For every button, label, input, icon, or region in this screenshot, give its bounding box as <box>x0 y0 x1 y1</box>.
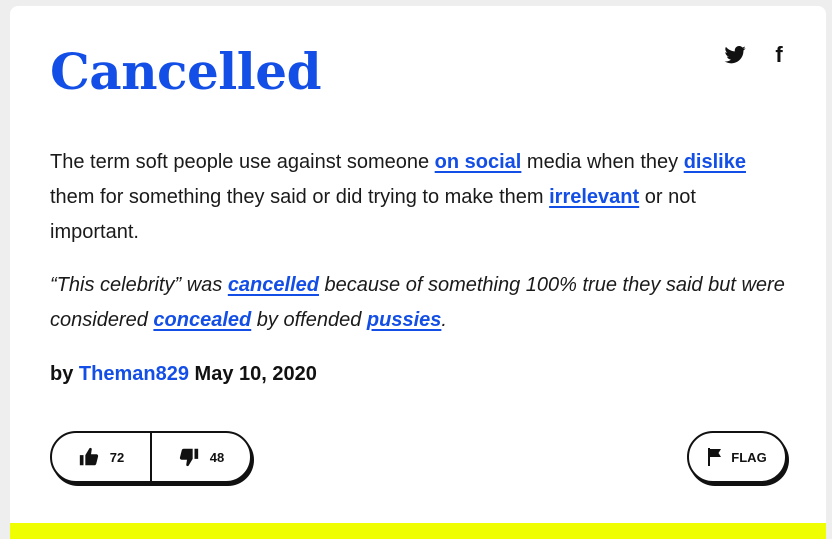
definition-link[interactable]: irrelevant <box>549 186 639 208</box>
definition-link[interactable]: dislike <box>684 151 746 173</box>
downvote-count: 48 <box>209 449 225 465</box>
post-date: May 10, 2020 <box>194 363 317 385</box>
flag-icon <box>708 448 722 466</box>
flag-label: FLAG <box>731 449 767 465</box>
thumbs-up-button[interactable]: 72 <box>52 433 152 481</box>
definition-meaning: The term soft people use against someone… <box>50 145 790 250</box>
text-segment: “This celebrity” was <box>50 274 228 296</box>
flag-button[interactable]: FLAG <box>687 431 787 483</box>
contributor-line: by Theman829 May 10, 2020 <box>50 360 317 388</box>
text-segment: them for something they said or did tryi… <box>50 186 550 208</box>
facebook-icon[interactable]: f <box>768 44 790 66</box>
definition-example: “This celebrity” was cancelled because o… <box>50 268 790 338</box>
definition-link[interactable]: pussies <box>367 309 441 331</box>
author-link[interactable]: Theman829 <box>79 363 189 385</box>
text-segment: The term soft people use against someone <box>50 151 435 173</box>
thumbs-down-icon <box>179 448 198 467</box>
upvote-count: 72 <box>109 449 125 465</box>
text-segment: by offended <box>251 309 367 331</box>
thumbs-up-icon <box>79 447 98 466</box>
definition-card: Cancelled f The term soft people use aga… <box>10 6 826 539</box>
by-label: by <box>50 363 74 385</box>
definition-link[interactable]: concealed <box>153 309 251 331</box>
twitter-icon[interactable] <box>724 44 746 66</box>
vote-buttons: 72 48 <box>50 431 252 483</box>
text-segment: . <box>441 309 447 331</box>
thumbs-down-button[interactable]: 48 <box>152 433 250 481</box>
definition-link[interactable]: on social <box>435 151 522 173</box>
share-buttons: f <box>724 44 790 66</box>
word-title[interactable]: Cancelled <box>50 40 322 104</box>
definition-link[interactable]: cancelled <box>228 274 319 296</box>
accent-bar <box>10 523 826 539</box>
text-segment: media when they <box>521 151 684 173</box>
